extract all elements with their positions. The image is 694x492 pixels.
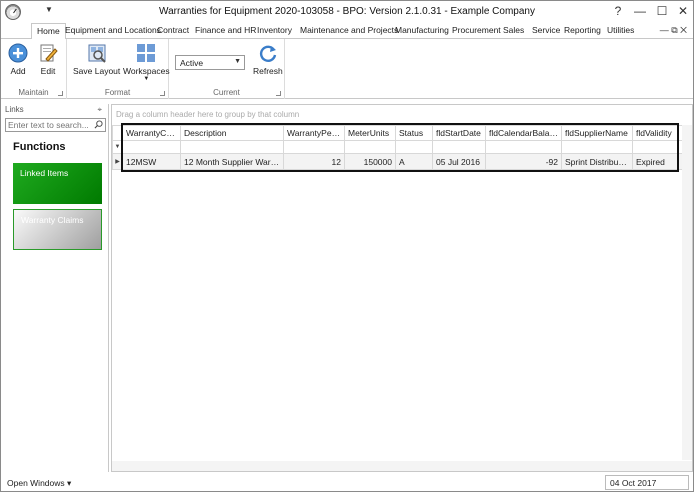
cell-description[interactable]: 12 Month Supplier Warranty	[180, 153, 284, 170]
column-header[interactable]: fldStartDate	[432, 125, 486, 141]
mdi-window-controls[interactable]: — ⧉ ✕	[660, 25, 687, 36]
open-windows-menu[interactable]: Open Windows ▾	[7, 478, 71, 489]
title-bar: ▼ Warranties for Equipment 2020-103058 -…	[1, 1, 693, 23]
workspaces-icon	[137, 44, 156, 62]
chevron-down-icon: ▼	[234, 58, 241, 65]
cell-meter-units[interactable]: 150000	[344, 153, 396, 170]
workspaces-button[interactable]: Workspaces ▼	[123, 42, 170, 82]
links-pane: Links ⌖ Functions Linked Items Warranty …	[1, 104, 109, 472]
row-indicator-icon: ▶	[112, 153, 123, 170]
filter-cell[interactable]	[561, 140, 633, 154]
current-date-field[interactable]: 04 Oct 2017	[605, 475, 689, 490]
column-header[interactable]: Description	[180, 125, 284, 141]
format-group-launcher-icon[interactable]	[160, 91, 165, 96]
add-icon	[8, 43, 28, 63]
warranty-claims-tile[interactable]: Warranty Claims	[13, 209, 102, 250]
filter-cell[interactable]	[180, 140, 284, 154]
close-button[interactable]: ✕	[674, 4, 692, 18]
ribbon: Add Edit Maintain Save Layout Workspaces…	[1, 39, 693, 99]
current-group-label: Current	[213, 88, 240, 97]
ribbon-tabs: Home Equipment and Locations Contract Fi…	[1, 23, 693, 40]
maintain-group-label: Maintain	[18, 88, 49, 97]
tab-inventory[interactable]: Inventory	[257, 25, 292, 35]
column-header[interactable]: fldSupplierName	[561, 125, 633, 141]
save-layout-button[interactable]: Save Layout	[73, 42, 120, 76]
column-header[interactable]: WarrantyPeriod	[283, 125, 345, 141]
column-header[interactable]: fldValidity	[632, 125, 683, 141]
workspaces-dropdown-icon: ▼	[143, 76, 150, 82]
functions-title: Functions	[13, 141, 66, 153]
status-filter-select[interactable]: Active ▼	[175, 55, 245, 70]
grid-area: Drag a column header here to group by th…	[111, 104, 693, 472]
filter-cell[interactable]	[344, 140, 396, 154]
tab-equipment-and-locations[interactable]: Equipment and Locations	[65, 25, 161, 35]
filter-cell[interactable]	[432, 140, 486, 154]
format-group-label: Format	[104, 88, 131, 97]
filter-cell[interactable]	[395, 140, 433, 154]
refresh-button[interactable]: Refresh	[253, 42, 283, 76]
column-header[interactable]: Status	[395, 125, 433, 141]
cell-status[interactable]: A	[395, 153, 433, 170]
linked-items-tile[interactable]: Linked Items	[13, 163, 102, 204]
grid-header-row: WarrantyCode Description WarrantyPeriod …	[112, 125, 683, 141]
pin-icon[interactable]: ⌖	[97, 105, 102, 115]
save-layout-icon	[88, 44, 106, 63]
group-by-panel[interactable]: Drag a column header here to group by th…	[112, 105, 692, 125]
cell-validity[interactable]: Expired	[632, 153, 683, 170]
tab-maintenance-and-projects[interactable]: Maintenance and Projects	[300, 25, 398, 35]
cell-start-date[interactable]: 05 Jul 2016	[432, 153, 486, 170]
warranty-grid: WarrantyCode Description WarrantyPeriod …	[112, 125, 683, 170]
edit-button[interactable]: Edit	[37, 42, 59, 76]
vertical-scrollbar[interactable]	[682, 125, 692, 460]
tab-finance-and-hr[interactable]: Finance and HR	[195, 25, 256, 35]
search-icon[interactable]	[94, 120, 103, 129]
maximize-button[interactable]: ☐	[653, 4, 671, 18]
cell-supplier-name[interactable]: Sprint Distributor...	[561, 153, 633, 170]
header-corner	[112, 125, 123, 141]
app-window: ▼ Warranties for Equipment 2020-103058 -…	[0, 0, 694, 492]
help-button[interactable]: ?	[609, 4, 627, 18]
add-button[interactable]: Add	[7, 42, 29, 76]
filter-cell[interactable]	[632, 140, 683, 154]
tab-service[interactable]: Service	[532, 25, 560, 35]
filter-cell[interactable]	[122, 140, 181, 154]
column-header[interactable]: MeterUnits	[344, 125, 396, 141]
column-header[interactable]: fldCalendarBalance	[485, 125, 562, 141]
refresh-icon	[259, 45, 277, 62]
links-header: Links	[5, 105, 24, 114]
filter-cell[interactable]	[485, 140, 562, 154]
filter-cell[interactable]	[283, 140, 345, 154]
maintain-group-launcher-icon[interactable]	[58, 91, 63, 96]
cell-warranty-period[interactable]: 12	[283, 153, 345, 170]
links-search-input[interactable]	[6, 119, 90, 131]
tab-procurement[interactable]: Procurement	[452, 25, 501, 35]
table-row[interactable]: ▶ 12MSW 12 Month Supplier Warranty 12 15…	[112, 153, 683, 170]
tab-utilities[interactable]: Utilities	[607, 25, 634, 35]
column-header[interactable]: WarrantyCode	[122, 125, 181, 141]
filter-icon[interactable]: ▼	[112, 140, 123, 154]
links-search-box[interactable]	[5, 118, 106, 132]
cell-warranty-code[interactable]: 12MSW	[122, 153, 181, 170]
current-group-launcher-icon[interactable]	[276, 91, 281, 96]
tab-manufacturing[interactable]: Manufacturing	[395, 25, 449, 35]
tab-sales[interactable]: Sales	[503, 25, 524, 35]
horizontal-scrollbar[interactable]	[112, 461, 692, 471]
tab-contract[interactable]: Contract	[157, 25, 189, 35]
window-title: Warranties for Equipment 2020-103058 - B…	[159, 6, 535, 17]
edit-icon	[40, 44, 58, 62]
maintain-group: Add Edit Maintain	[1, 39, 67, 99]
tab-home[interactable]: Home	[31, 23, 66, 40]
cell-calendar-balance[interactable]: -92	[485, 153, 562, 170]
format-group: Save Layout Workspaces ▼ Format	[67, 39, 170, 99]
tab-reporting[interactable]: Reporting	[564, 25, 601, 35]
minimize-button[interactable]: —	[631, 4, 649, 18]
grid-filter-row: ▼	[112, 140, 683, 154]
